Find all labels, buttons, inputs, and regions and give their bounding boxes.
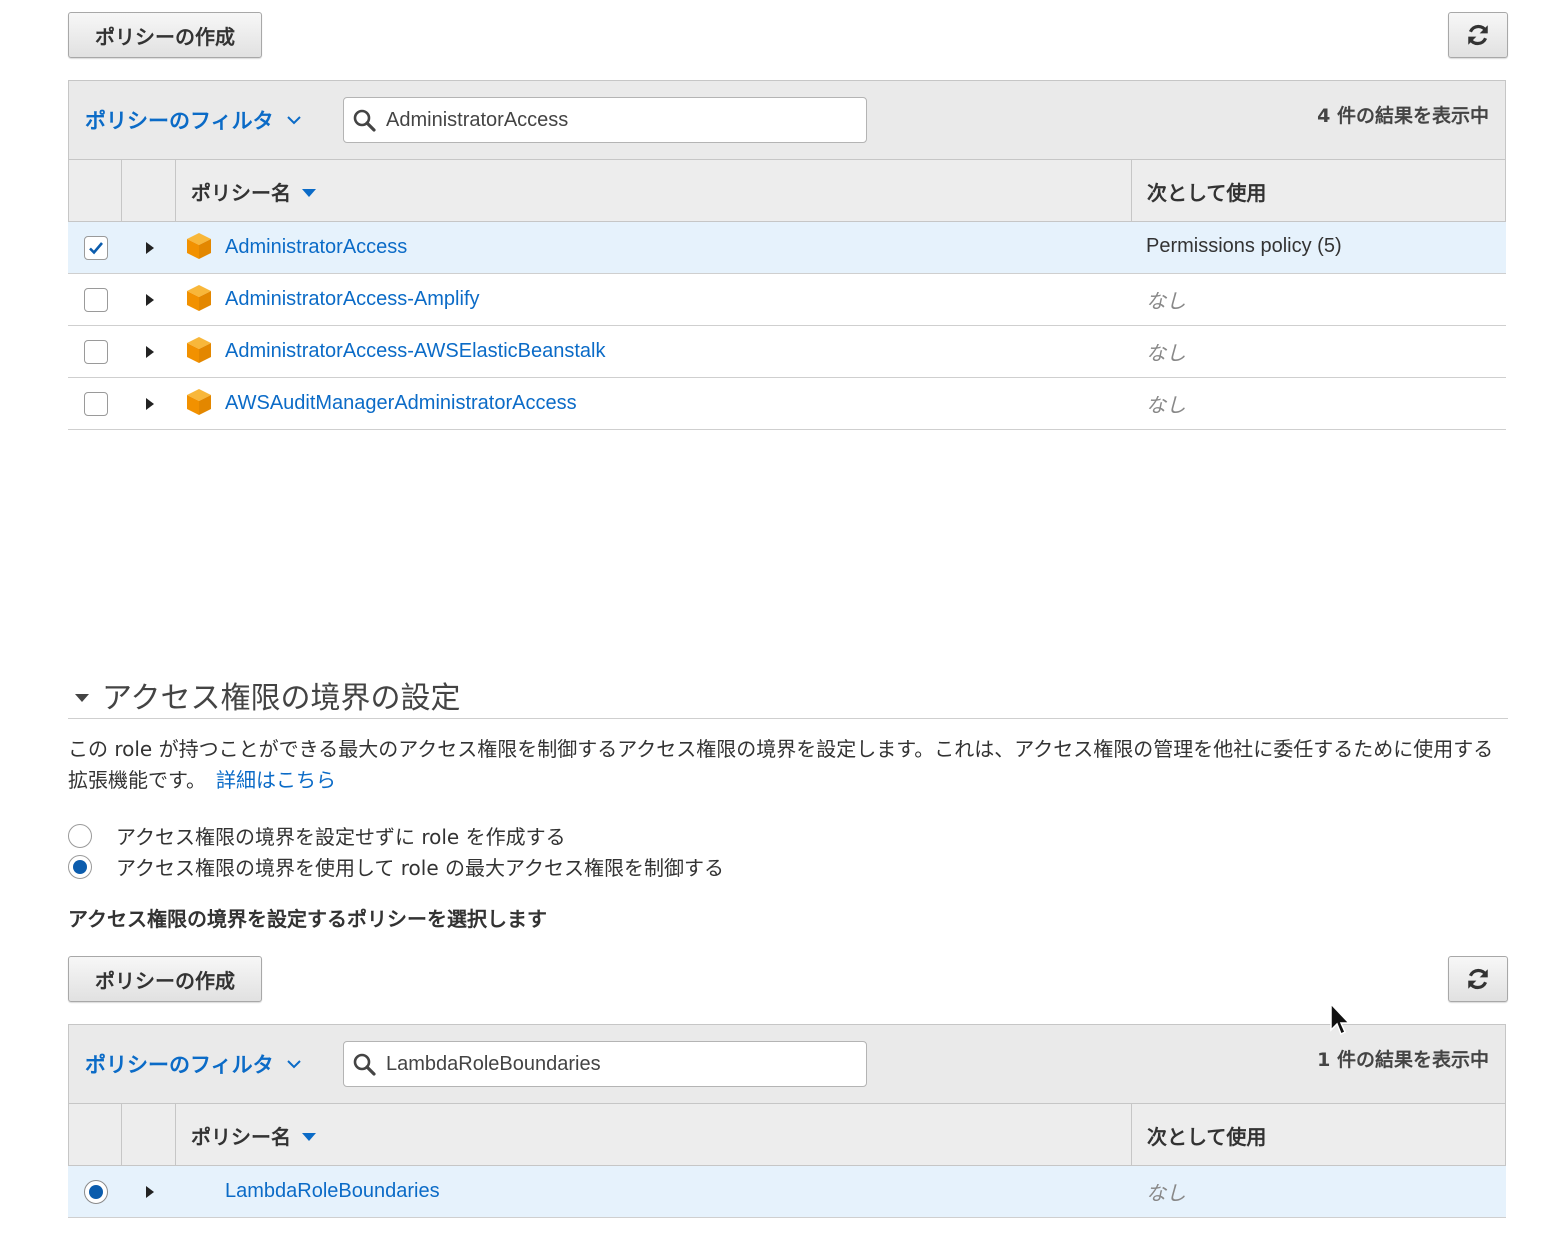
search-box (343, 97, 867, 143)
aws-managed-policy-icon (187, 285, 211, 311)
chevron-down-icon (286, 1060, 301, 1069)
policy-name-link[interactable]: AdministratorAccess-Amplify (225, 288, 480, 311)
boundary-option-none[interactable]: アクセス権限の境界を設定せずに role を作成する (68, 821, 566, 850)
expand-arrow-icon[interactable] (144, 344, 156, 360)
column-policy-name-label: ポリシー名 (191, 1125, 291, 1149)
row-checkbox[interactable] (84, 392, 108, 416)
refresh-button[interactable] (1448, 12, 1508, 58)
chevron-down-icon (286, 116, 301, 125)
refresh-icon (1468, 24, 1488, 46)
expand-arrow-icon[interactable] (144, 292, 156, 308)
radio-use-boundary-label: アクセス権限の境界を使用して role の最大アクセス権限を制御する (116, 856, 724, 880)
table-row[interactable]: AdministratorAccess-AWSElasticBeanstalk … (68, 326, 1506, 378)
learn-more-link[interactable]: 詳細はこちら (216, 768, 336, 792)
boundary-option-use[interactable]: アクセス権限の境界を使用して role の最大アクセス権限を制御する (68, 852, 724, 881)
row-checkbox[interactable] (84, 288, 108, 312)
used-as-value: なし (1146, 341, 1186, 365)
filter-bar: ポリシーのフィルタ 4 件の結果を表示中 (68, 80, 1506, 160)
aws-managed-policy-icon (187, 389, 211, 415)
column-policy-name[interactable]: ポリシー名 (191, 1121, 317, 1150)
row-checkbox[interactable] (84, 340, 108, 364)
policy-name-link[interactable]: LambdaRoleBoundaries (225, 1180, 440, 1203)
table-header: ポリシー名 次として使用 (68, 159, 1506, 222)
mouse-cursor-icon (1330, 1002, 1351, 1036)
result-count: 1 件の結果を表示中 (1317, 1049, 1489, 1071)
expand-arrow-icon[interactable] (144, 396, 156, 412)
used-as-value: なし (1146, 393, 1186, 417)
table-row[interactable]: AWSAuditManagerAdministratorAccess なし (68, 378, 1506, 430)
aws-managed-policy-icon (187, 233, 211, 259)
sort-desc-icon (302, 189, 316, 197)
policy-name-link[interactable]: AdministratorAccess (225, 236, 407, 259)
result-count: 4 件の結果を表示中 (1317, 105, 1489, 127)
policy-filter-label: ポリシーのフィルタ (85, 109, 274, 133)
radio-use-boundary[interactable] (68, 854, 92, 879)
create-policy-button[interactable]: ポリシーの作成 (68, 12, 262, 58)
refresh-icon (1468, 968, 1488, 990)
column-policy-name[interactable]: ポリシー名 (191, 177, 317, 206)
boundary-section-title: アクセス権限の境界の設定 (102, 681, 461, 716)
create-boundary-policy-button[interactable]: ポリシーの作成 (68, 956, 262, 1002)
search-box (343, 1041, 867, 1087)
expand-arrow-icon[interactable] (144, 240, 156, 256)
search-icon (353, 1053, 376, 1076)
column-used-as: 次として使用 (1147, 1125, 1267, 1149)
table-row[interactable]: AdministratorAccess Permissions policy (… (68, 222, 1506, 274)
refresh-boundary-button[interactable] (1448, 956, 1508, 1002)
boundary-search-input[interactable] (384, 1051, 854, 1077)
row-radio[interactable] (84, 1180, 108, 1204)
table-row[interactable]: AdministratorAccess-Amplify なし (68, 274, 1506, 326)
radio-no-boundary[interactable] (68, 823, 92, 848)
caret-down-icon (75, 694, 89, 702)
table-header: ポリシー名 次として使用 (68, 1103, 1506, 1166)
search-icon (353, 109, 376, 132)
policy-filter-dropdown[interactable]: ポリシーのフィルタ (85, 1049, 302, 1079)
aws-managed-policy-icon (187, 337, 211, 363)
policy-filter-dropdown[interactable]: ポリシーのフィルタ (85, 105, 302, 135)
policy-name-link[interactable]: AWSAuditManagerAdministratorAccess (225, 392, 577, 415)
radio-selected-dot (73, 859, 87, 874)
expand-arrow-icon[interactable] (144, 1184, 156, 1200)
checkmark-icon (89, 242, 103, 255)
column-policy-name-label: ポリシー名 (191, 181, 291, 205)
boundary-description: この role が持つことができる最大のアクセス権限を制御するアクセス権限の境界… (68, 734, 1508, 796)
filter-bar: ポリシーのフィルタ 1 件の結果を表示中 (68, 1024, 1506, 1104)
table-row[interactable]: LambdaRoleBoundaries なし (68, 1166, 1506, 1218)
radio-no-boundary-label: アクセス権限の境界を設定せずに role を作成する (116, 825, 566, 849)
choose-boundary-policy-label: アクセス権限の境界を設定するポリシーを選択します (68, 907, 547, 931)
policy-name-link[interactable]: AdministratorAccess-AWSElasticBeanstalk (225, 340, 606, 363)
used-as-value: なし (1146, 289, 1186, 313)
column-used-as: 次として使用 (1147, 181, 1267, 205)
policy-filter-label: ポリシーのフィルタ (85, 1053, 274, 1077)
used-as-value: Permissions policy (5) (1146, 235, 1342, 257)
row-checkbox[interactable] (84, 236, 108, 260)
radio-selected-dot (89, 1185, 103, 1199)
boundary-section-header[interactable]: アクセス権限の境界の設定 (68, 672, 1508, 719)
used-as-value: なし (1146, 1181, 1186, 1205)
sort-desc-icon (302, 1133, 316, 1141)
policy-search-input[interactable] (384, 107, 854, 133)
